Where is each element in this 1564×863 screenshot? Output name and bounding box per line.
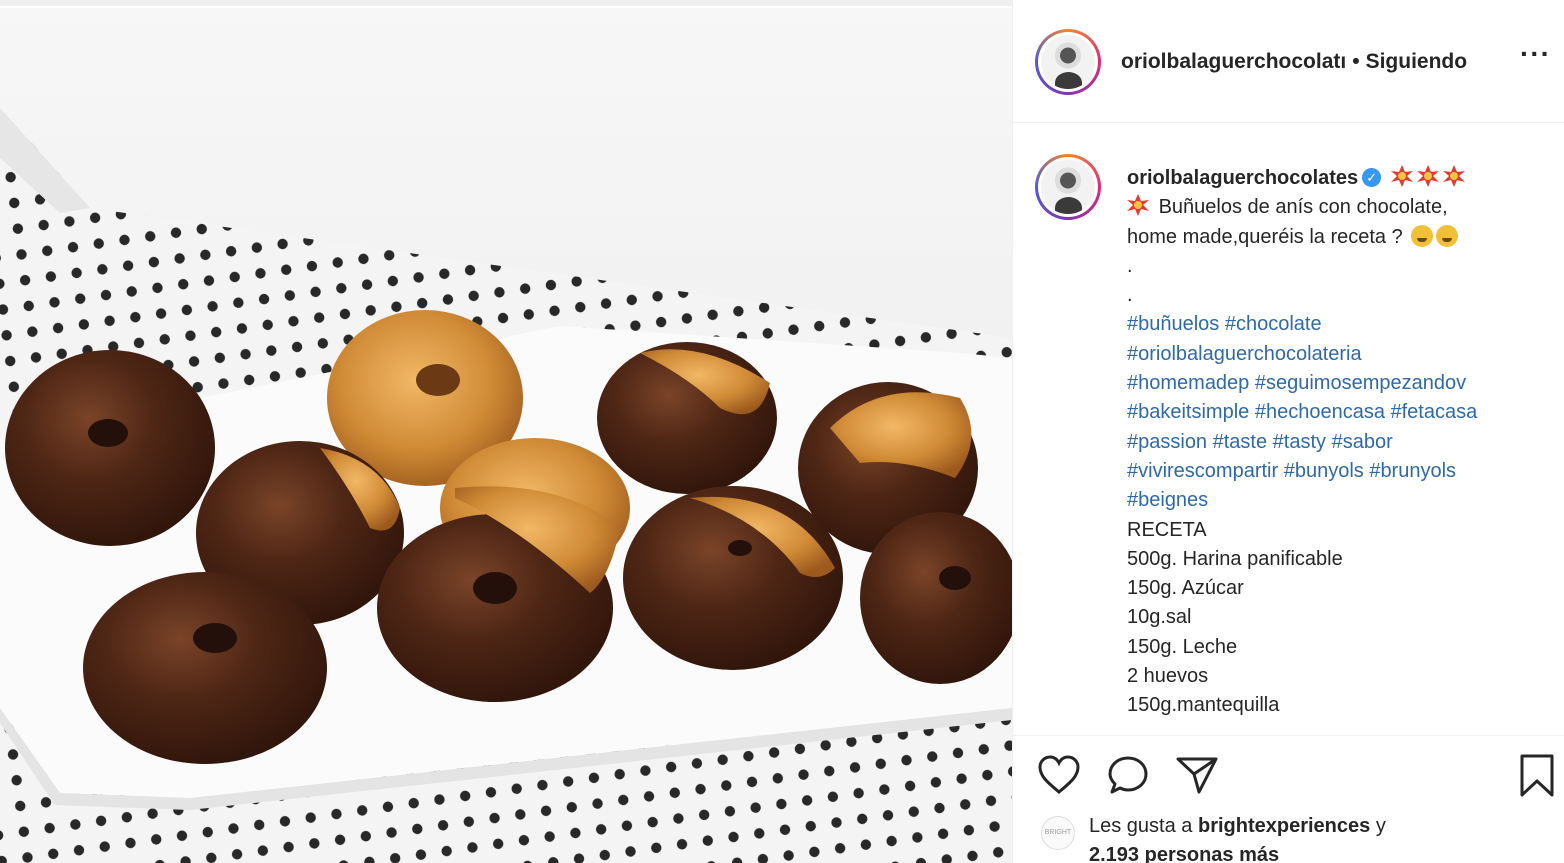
caption-line-2: home made,queréis la receta ? (1127, 225, 1403, 248)
header-username[interactable]: oriolbalaguerchocolatı (1121, 50, 1346, 74)
astonished-emoji-icon (1411, 224, 1434, 247)
likes-count[interactable]: 2.193 personas más (1089, 844, 1279, 863)
following-button[interactable]: Siguiendo (1366, 50, 1468, 74)
collision-emoji-icon (1127, 194, 1149, 217)
likes-prefix: Les gusta a (1089, 815, 1193, 837)
collision-emoji-icon (1416, 165, 1439, 187)
recipe-line: 150g.mantequilla (1127, 694, 1280, 717)
recipe-line: 10g.sal (1127, 606, 1192, 629)
recipe-line: 500g. Harina panificable (1127, 547, 1343, 570)
caption-dot-2: . (1127, 284, 1133, 307)
collision-emoji-icon (1442, 165, 1465, 187)
hashtag-line[interactable]: #bakeitsimple #hechoencasa #fetacasa (1127, 398, 1557, 427)
avatar[interactable] (1035, 29, 1101, 95)
recipe-line: RECETA (1127, 518, 1207, 541)
more-options-icon[interactable]: ··· (1520, 40, 1551, 68)
divider (1013, 122, 1564, 123)
caption-avatar[interactable] (1035, 154, 1101, 220)
verified-badge-icon: ✓ (1362, 168, 1382, 187)
comment-icon[interactable] (1107, 754, 1151, 798)
caption-username[interactable]: oriolbalaguerchocolates (1127, 167, 1358, 189)
divider (1013, 735, 1564, 736)
caption-body: oriolbalaguerchocolates ✓ Buñuelos de aní… (1127, 164, 1557, 721)
donut-9 (83, 572, 327, 764)
post-sidebar: oriolbalaguerchocolatı • Siguiendo ··· o… (1012, 0, 1564, 863)
share-icon[interactable] (1175, 755, 1219, 795)
liker-avatar[interactable]: BRIGHT (1041, 816, 1075, 850)
hashtag-line[interactable]: #beignes (1127, 486, 1557, 515)
post-header: oriolbalaguerchocolatı • Siguiendo ··· (1013, 20, 1564, 104)
bookmark-icon[interactable] (1517, 753, 1557, 799)
caption-line-1: Buñuelos de anís con chocolate, (1158, 196, 1448, 219)
hashtag-line[interactable]: #homemadep #seguimosempezandov (1127, 369, 1557, 398)
hashtag-line[interactable]: #vivirescompartir #bunyols #brunyols (1127, 457, 1557, 486)
recipe-line: 150g. Azúcar (1127, 577, 1244, 600)
hashtag-line[interactable]: #buñuelos #chocolate (1127, 310, 1557, 339)
post-photo[interactable] (0, 8, 1012, 863)
likes-suffix: y (1375, 815, 1386, 837)
action-bar (1013, 745, 1564, 805)
donut-3 (597, 342, 777, 494)
recipe-line: 150g. Leche (1127, 635, 1238, 658)
recipe-line: 2 huevos (1127, 665, 1209, 688)
smile-emoji-icon (1436, 224, 1459, 247)
heart-icon[interactable] (1037, 755, 1081, 795)
hashtag-line[interactable]: #oriolbalaguerchocolateria (1127, 340, 1557, 369)
liker-username[interactable]: brightexperiences (1198, 815, 1370, 837)
donut-7 (623, 486, 843, 670)
caption-dot-1: . (1127, 254, 1133, 277)
donut-1 (5, 350, 215, 546)
hashtag-line[interactable]: #passion #taste #tasty #sabor (1127, 428, 1557, 457)
collision-emoji-icon (1390, 165, 1413, 187)
header-separator: • (1352, 50, 1360, 73)
donuts-image (0, 108, 1012, 863)
